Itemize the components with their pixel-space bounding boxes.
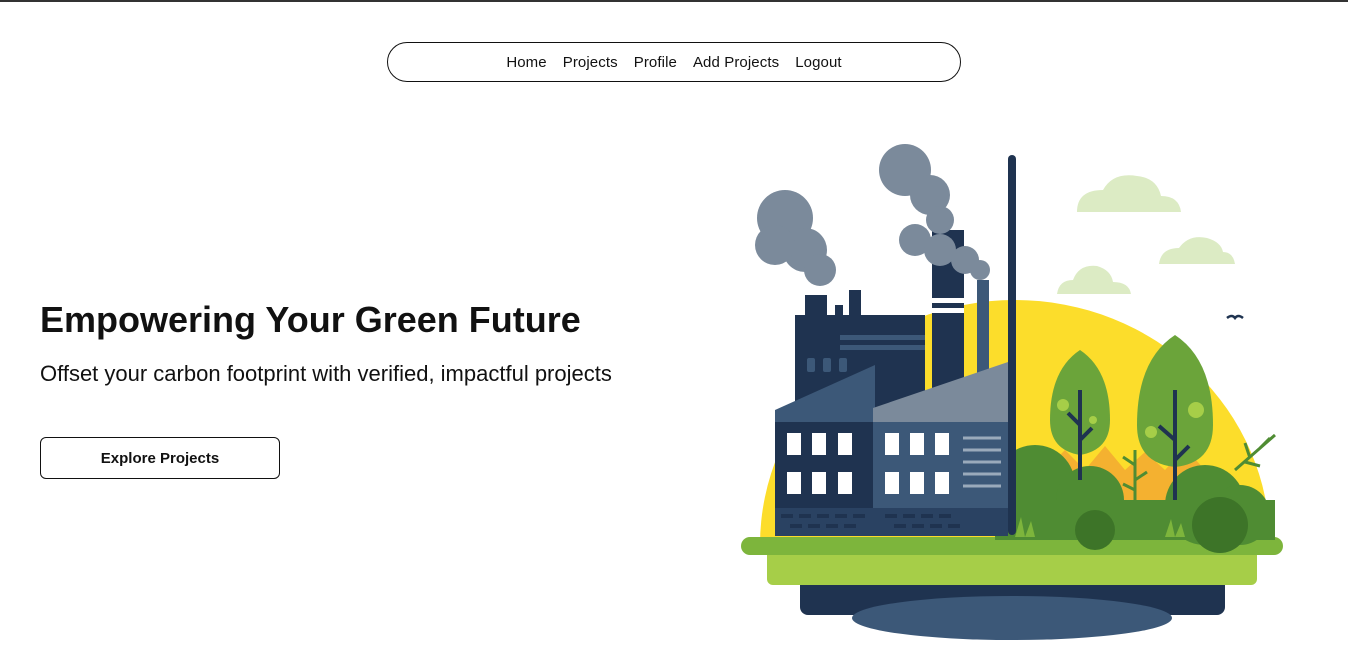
nav-projects-link[interactable]: Projects <box>563 54 618 71</box>
main-nav: Home Projects Profile Add Projects Logou… <box>387 42 961 82</box>
nav-add-projects-link[interactable]: Add Projects <box>693 54 779 71</box>
explore-projects-button[interactable]: Explore Projects <box>40 437 280 479</box>
smoke-clouds <box>755 144 990 286</box>
hero-title: Empowering Your Green Future <box>40 299 581 340</box>
antenna-pole <box>1008 155 1016 535</box>
ground-shadow <box>852 596 1172 640</box>
hero-subtitle: Offset your carbon footprint with verifi… <box>40 361 612 386</box>
nav-profile-link[interactable]: Profile <box>634 54 677 71</box>
nav-logout-link[interactable]: Logout <box>795 54 841 71</box>
brick-base <box>775 508 1008 536</box>
nav-home-link[interactable]: Home <box>506 54 546 71</box>
bird-icon <box>1226 314 1244 321</box>
clouds <box>1057 175 1235 294</box>
top-border <box>0 0 1348 2</box>
factory-and-trees-illustration <box>741 144 1283 640</box>
